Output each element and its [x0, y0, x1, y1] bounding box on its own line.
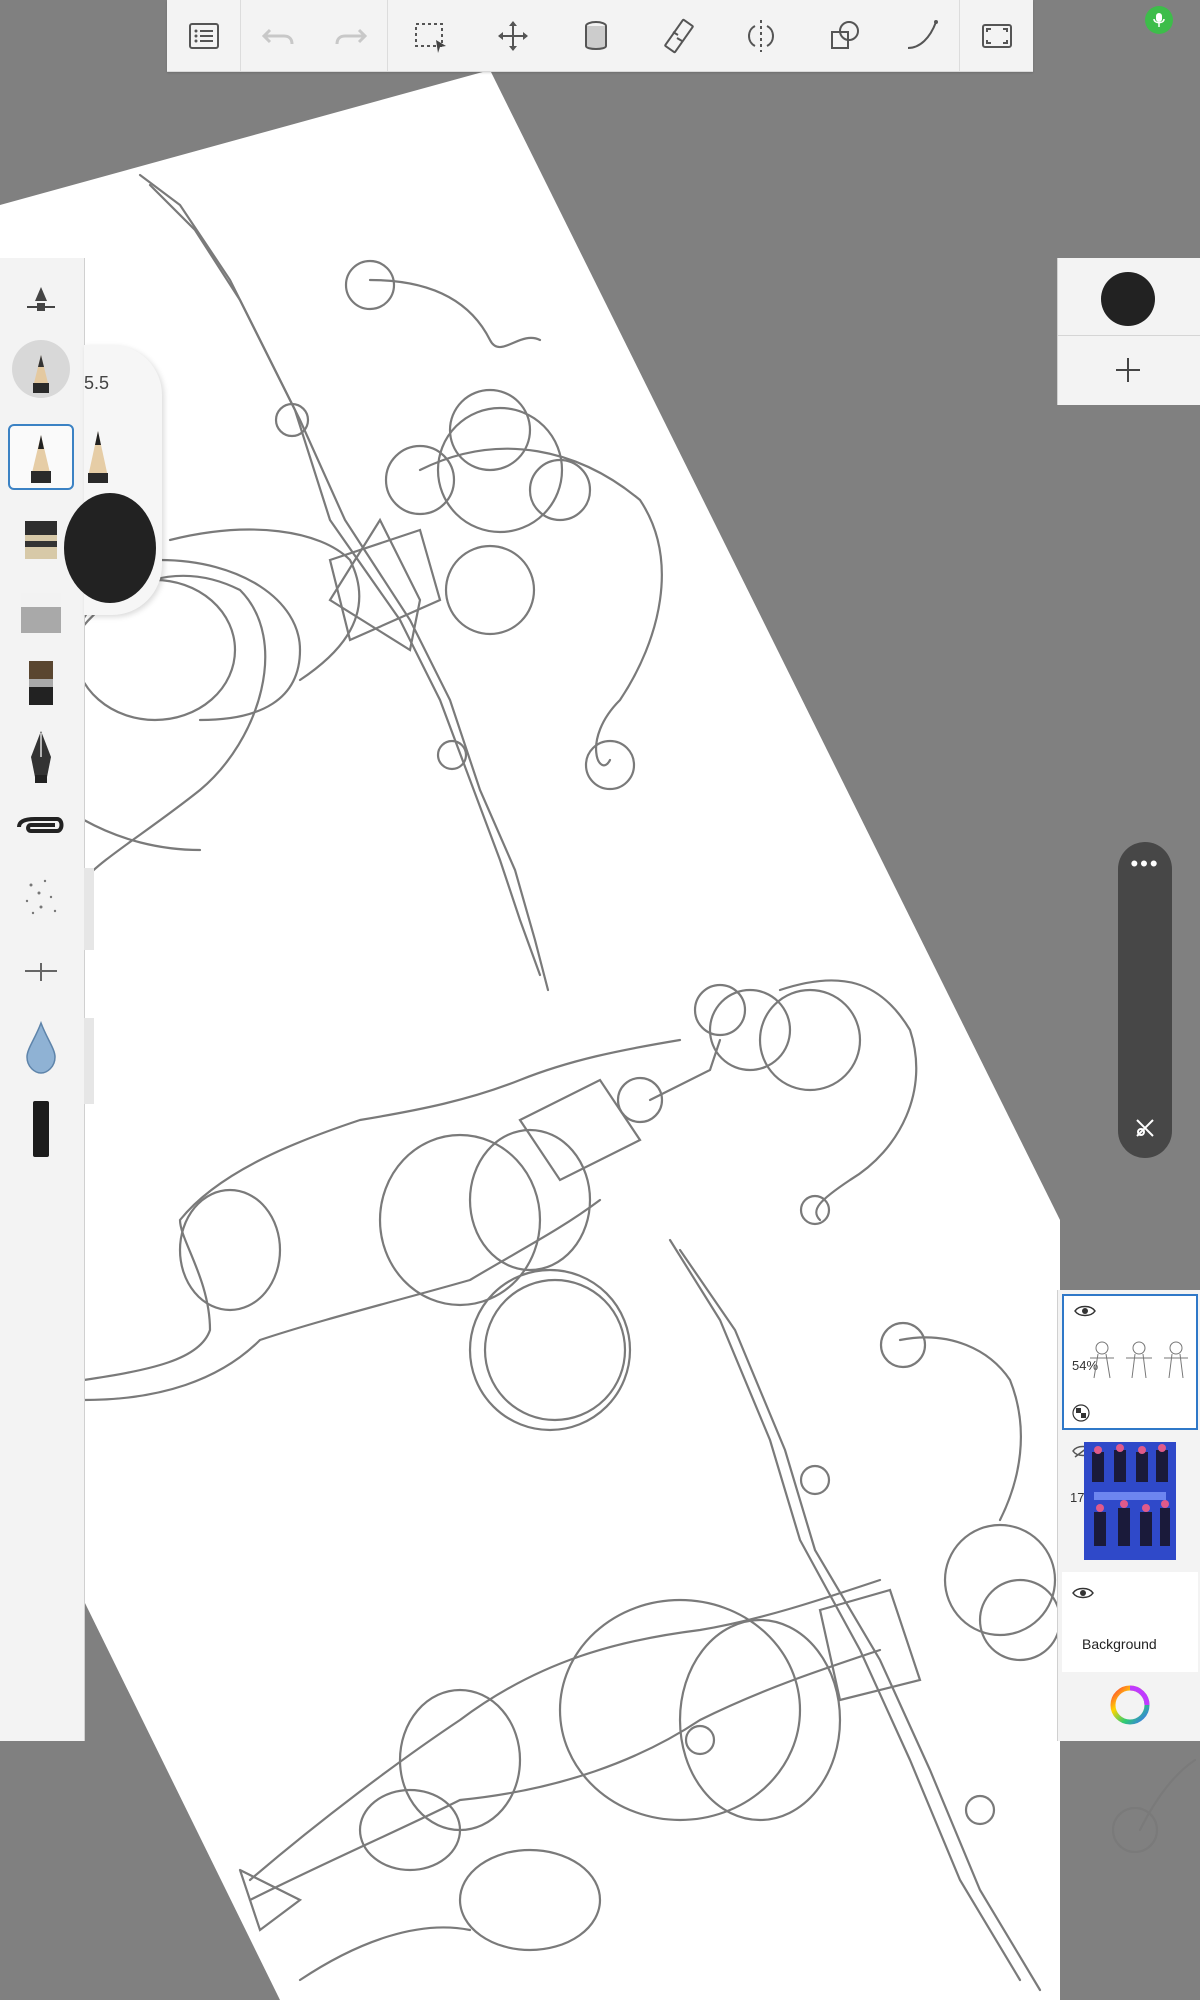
paper-sheet [0, 70, 1060, 2000]
layer-background[interactable]: Background [1062, 1572, 1198, 1672]
layer-reference[interactable]: 17% [1062, 1436, 1198, 1566]
clip-tool-icon[interactable] [8, 794, 74, 860]
redo-icon[interactable] [314, 0, 387, 71]
pencil-brush-selected-icon[interactable] [8, 424, 74, 490]
color-panel [1057, 258, 1200, 405]
more-options-icon[interactable]: ••• [1118, 853, 1172, 875]
current-color-swatch[interactable] [1101, 272, 1155, 326]
brush-size-value: 5.5 [84, 373, 110, 393]
palette-grip[interactable] [84, 868, 94, 950]
sketch-thumbnail [1090, 1341, 1188, 1379]
layers-panel: 54% 17% Background [1057, 1290, 1200, 1741]
ink-pen-icon[interactable] [8, 724, 74, 790]
layer-name: Background [1082, 1636, 1157, 1652]
dark-stroke-brush-icon[interactable] [8, 1096, 74, 1162]
stroke-stylize-icon[interactable] [886, 0, 959, 71]
opacity-slider[interactable]: ••• [1118, 842, 1172, 1158]
brush-size-slider-icon[interactable] [8, 266, 74, 332]
selection-icon[interactable] [388, 0, 471, 71]
brush-palette [0, 258, 85, 1741]
spray-brush-icon[interactable] [8, 864, 74, 930]
fullscreen-icon[interactable] [960, 0, 1033, 71]
brush-settings-icon[interactable] [1133, 1116, 1157, 1140]
microphone-icon[interactable] [1145, 6, 1173, 34]
panel-divider [1058, 335, 1200, 336]
layer-sketch[interactable]: 54% [1062, 1294, 1198, 1430]
color-wheel-icon[interactable] [1108, 1683, 1152, 1727]
layers-list-icon[interactable] [167, 0, 240, 71]
brush-preview-dot [64, 493, 156, 603]
add-layer-button[interactable] [1104, 346, 1152, 394]
blender-drop-icon[interactable] [8, 1014, 74, 1080]
pencil-brush-icon[interactable] [8, 336, 74, 402]
eye-icon[interactable] [1074, 1304, 1096, 1318]
shapes-icon[interactable] [803, 0, 886, 71]
blue-reference-thumbnail [1084, 1442, 1176, 1560]
move-transform-icon[interactable] [471, 0, 554, 71]
undo-icon[interactable] [241, 0, 314, 71]
ruler-icon[interactable] [637, 0, 720, 71]
fill-bucket-icon[interactable] [554, 0, 637, 71]
cross-brush-icon[interactable] [8, 938, 74, 1004]
palette-grip[interactable] [84, 1018, 94, 1104]
drawing-canvas[interactable] [0, 0, 1200, 2000]
paint-brush-icon[interactable] [8, 650, 74, 716]
eraser-brush-icon[interactable] [8, 578, 74, 644]
symmetry-icon[interactable] [720, 0, 803, 71]
current-pencil-icon [88, 431, 108, 483]
plus-icon [1116, 358, 1140, 382]
eye-icon[interactable] [1072, 1586, 1094, 1600]
brush-size-puck[interactable]: 5.5 [64, 345, 162, 615]
top-toolbar [167, 0, 1033, 72]
alpha-lock-icon[interactable] [1072, 1404, 1090, 1422]
